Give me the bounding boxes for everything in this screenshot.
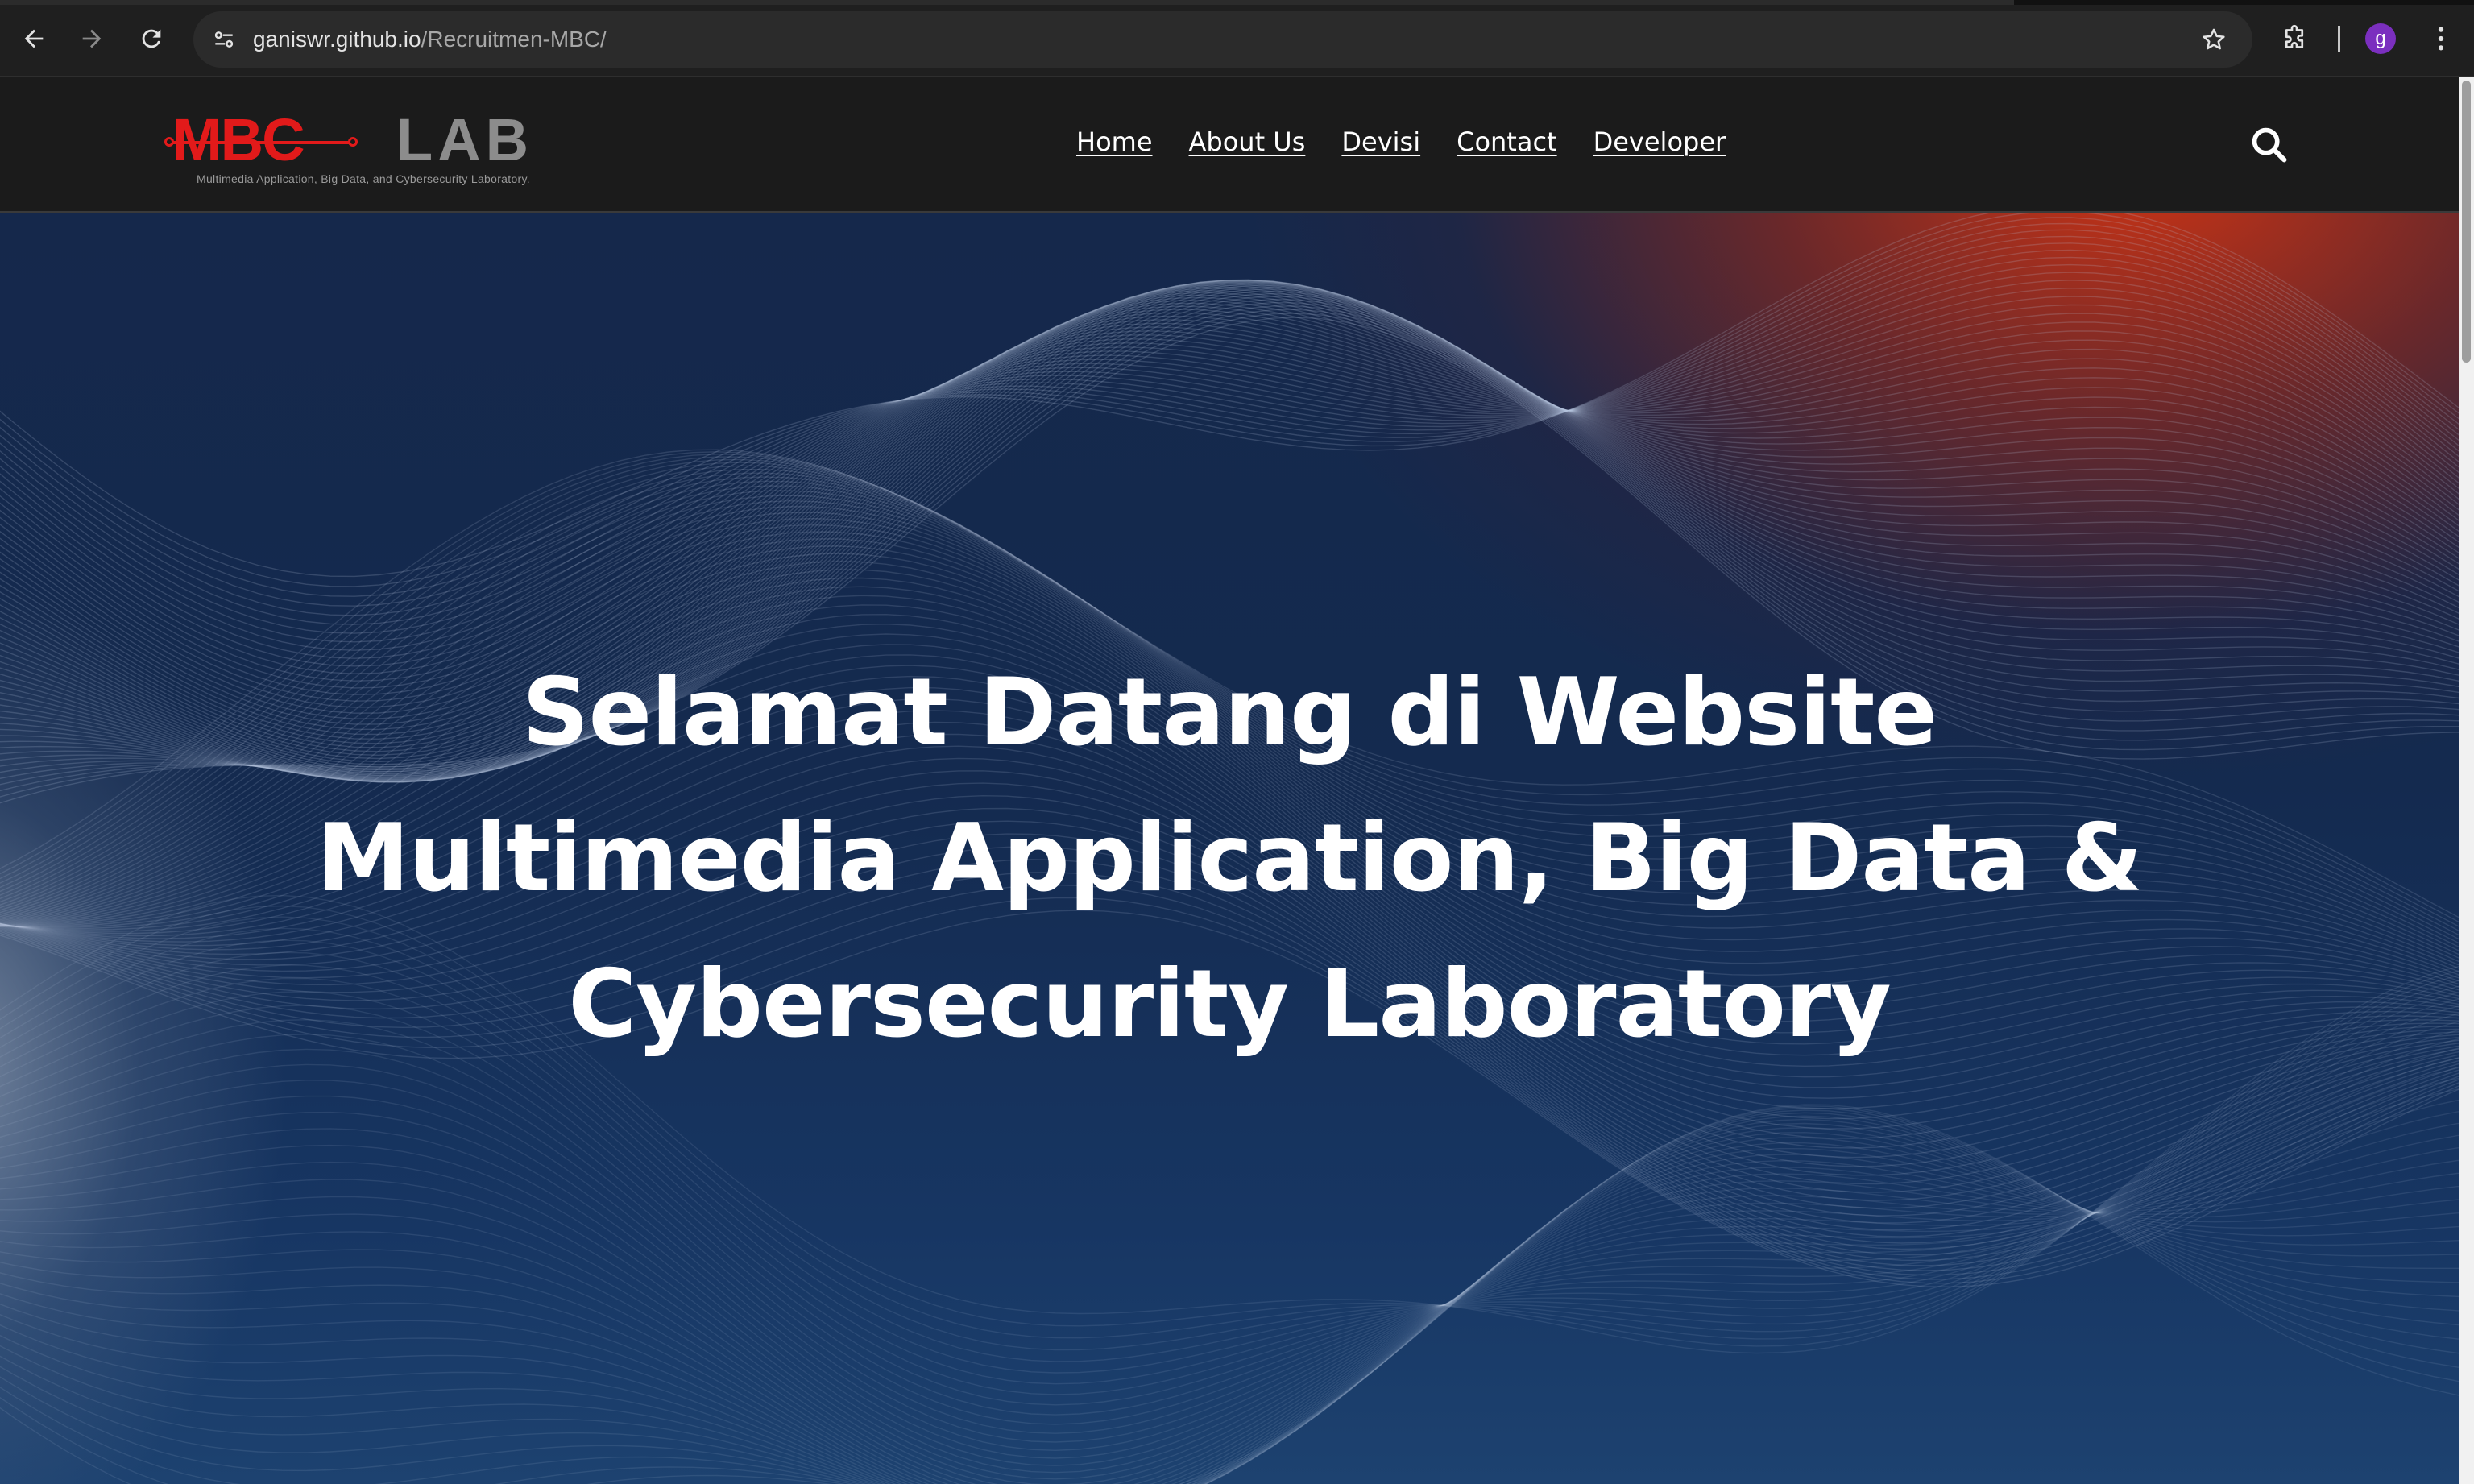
- hero-section: Selamat Datang di Website Multimedia App…: [0, 213, 2459, 1484]
- nav-link-home[interactable]: Home: [1076, 126, 1153, 158]
- forward-arrow-icon: [82, 29, 102, 48]
- address-bar[interactable]: ganiswr.github.io/Recruitmen-MBC/: [193, 11, 2252, 68]
- logo-circuit-line: [169, 141, 354, 144]
- forward-button[interactable]: [69, 16, 114, 61]
- site-header: MBC LAB Multimedia Application, Big Data…: [0, 77, 2459, 213]
- hero-title-line-3: Cybersecurity Laboratory: [568, 950, 1892, 1059]
- browser-toolbar: ganiswr.github.io/Recruitmen-MBC/ g: [0, 0, 2474, 77]
- site-info-button[interactable]: [205, 20, 243, 59]
- profile-avatar[interactable]: g: [2365, 23, 2396, 54]
- hero-title-line-1: Selamat Datang di Website: [521, 658, 1937, 767]
- back-button[interactable]: [11, 16, 56, 61]
- url-text: ganiswr.github.io/Recruitmen-MBC/: [253, 26, 607, 53]
- logo-tagline: Multimedia Application, Big Data, and Cy…: [197, 172, 530, 185]
- toolbar-divider: [2338, 26, 2340, 52]
- hero-title: Selamat Datang di Website Multimedia App…: [242, 640, 2217, 1077]
- url-domain: ganiswr.github.io: [253, 27, 421, 52]
- logo-lab-text: LAB: [396, 106, 534, 173]
- mbc-lab-logo[interactable]: MBC LAB Multimedia Application, Big Data…: [164, 106, 588, 189]
- back-arrow-icon: [24, 29, 44, 48]
- logo-circuit-node: [164, 137, 174, 147]
- tab-strip: [0, 0, 2474, 5]
- site-info-icon: [214, 31, 234, 48]
- extensions-icon: [2285, 24, 2304, 48]
- nav-link-devisi[interactable]: Devisi: [1341, 126, 1420, 158]
- page-viewport: MBC LAB Multimedia Application, Big Data…: [0, 77, 2474, 1484]
- scrollbar-thumb[interactable]: [2462, 81, 2471, 363]
- browser-menu-button[interactable]: [2425, 18, 2457, 60]
- page-scrollbar[interactable]: [2459, 77, 2474, 1484]
- main-navigation: Home About Us Devisi Contact Developer: [1076, 126, 1726, 158]
- url-path: /Recruitmen-MBC/: [421, 27, 607, 52]
- bookmark-button[interactable]: [2196, 22, 2232, 57]
- star-icon: [2203, 28, 2225, 50]
- search-button[interactable]: [2246, 122, 2293, 168]
- reload-button[interactable]: [129, 16, 174, 61]
- nav-link-contact[interactable]: Contact: [1457, 126, 1557, 158]
- kebab-menu-icon: [2438, 27, 2444, 51]
- nav-link-developer[interactable]: Developer: [1593, 126, 1726, 158]
- nav-link-about-us[interactable]: About Us: [1189, 126, 1306, 158]
- logo-circuit-node: [348, 137, 358, 147]
- logo-mbc-text: MBC: [172, 106, 305, 173]
- hero-title-line-2: Multimedia Application, Big Data &: [317, 804, 2143, 913]
- extensions-button[interactable]: [2273, 18, 2315, 60]
- search-icon: [2252, 127, 2287, 163]
- reload-icon: [142, 29, 161, 48]
